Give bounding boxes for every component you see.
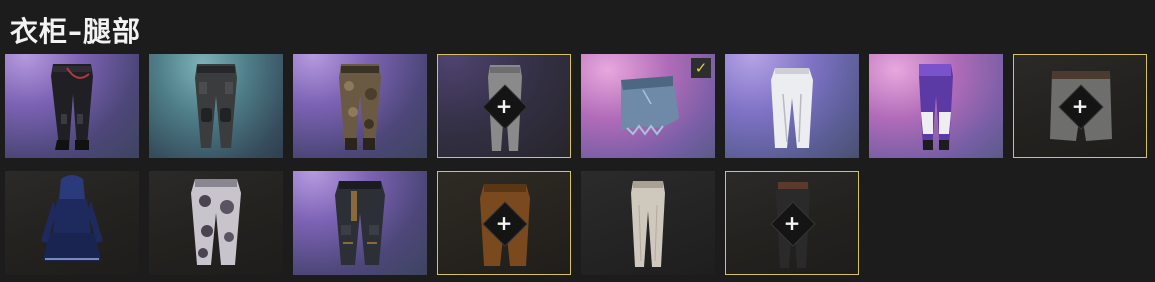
wardrobe-grid: + ✓ + + + (5, 54, 1155, 276)
plus-icon: + (495, 94, 513, 118)
black-chain-pants-image (51, 64, 93, 150)
check-icon: ✓ (691, 58, 711, 78)
blue-hooded-dress-image (41, 175, 103, 261)
item-slot-beige-slim-pants[interactable] (581, 171, 715, 275)
item-slot-purple-white-pants[interactable] (869, 54, 1003, 158)
item-slot-blue-hooded-dress[interactable] (5, 171, 139, 275)
white-pants-image (771, 68, 813, 148)
plus-icon: + (495, 211, 513, 235)
beige-slim-pants-image (631, 181, 665, 267)
strapped-combat-pants-image (335, 181, 385, 265)
item-slot-black-pants[interactable]: + (725, 171, 859, 275)
item-slot-camo-cargo-pants[interactable] (293, 54, 427, 158)
page-title: 衣柜–腿部 (10, 15, 142, 48)
item-slot-white-pants[interactable] (725, 54, 859, 158)
item-slot-denim-skirt[interactable]: ✓ (581, 54, 715, 158)
plus-icon: + (783, 211, 801, 235)
item-slot-brown-pants[interactable]: + (437, 171, 571, 275)
item-slot-black-chain-pants[interactable] (5, 54, 139, 158)
item-slot-gray-slim-pants[interactable]: + (437, 54, 571, 158)
gray-armored-pants-image (195, 64, 237, 148)
plus-icon: + (1071, 94, 1089, 118)
white-camo-pants-image (191, 179, 241, 265)
item-slot-white-camo-pants[interactable] (149, 171, 283, 275)
camo-cargo-pants-image (339, 64, 381, 150)
item-slot-gray-shorts[interactable]: + (1013, 54, 1147, 158)
item-slot-strapped-combat-pants[interactable] (293, 171, 427, 275)
item-slot-gray-armored-pants[interactable] (149, 54, 283, 158)
purple-white-pants-image (919, 64, 953, 150)
